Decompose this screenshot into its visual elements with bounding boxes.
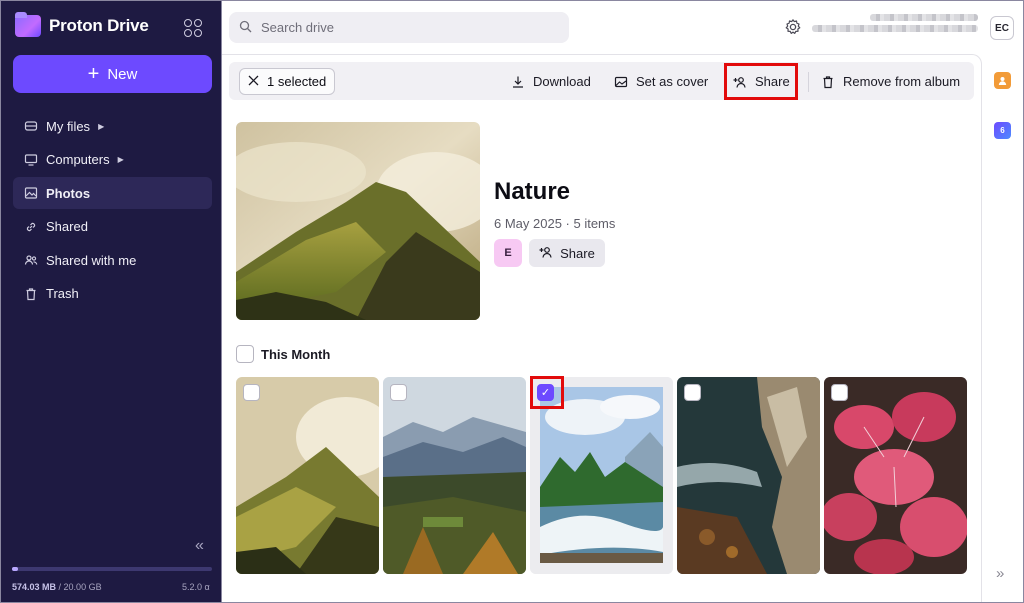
selected-count: 1 selected: [267, 74, 327, 89]
share-highlight-box: [724, 63, 798, 100]
link-icon: [24, 220, 38, 234]
download-icon: [511, 75, 525, 89]
sidebar-item-label: Trash: [46, 286, 79, 302]
sidebar-item-shared-with-me[interactable]: Shared with me: [13, 244, 212, 276]
sidebar-item-shared[interactable]: Shared: [13, 211, 212, 243]
storage-progress-fill: [12, 567, 18, 571]
toolbar-divider: [808, 72, 809, 92]
album-share-label: Share: [560, 245, 595, 261]
storage-separator: /: [56, 582, 64, 592]
photo-tile-red-leaves[interactable]: [824, 377, 967, 574]
photo-tile-alpine-valley[interactable]: [383, 377, 526, 574]
app-version: 5.2.0 α: [182, 582, 210, 592]
sidebar-item-my-files[interactable]: My files ▶: [13, 110, 212, 142]
user-plus-icon: [539, 245, 553, 262]
photo-checkbox[interactable]: [243, 384, 260, 401]
sidebar-item-photos[interactable]: Photos: [13, 177, 212, 210]
sidebar: Proton Drive + New My files ▶ Computers …: [0, 0, 222, 603]
photo-checkbox[interactable]: [684, 384, 701, 401]
new-button-label: New: [107, 65, 138, 83]
monitor-icon: [24, 153, 38, 167]
caret-right-icon[interactable]: ▶: [118, 155, 124, 164]
sidebar-item-label: My files: [46, 118, 91, 134]
photo-checkbox[interactable]: [831, 384, 848, 401]
new-button[interactable]: + New: [13, 55, 212, 93]
sidebar-nav: My files ▶ Computers ▶ Photos Shared Sha…: [13, 110, 212, 312]
download-button[interactable]: Download: [511, 68, 591, 95]
photo-tile-rocky-stream[interactable]: [677, 377, 820, 574]
download-label: Download: [533, 74, 591, 89]
set-as-cover-label: Set as cover: [636, 74, 709, 89]
remove-from-album-label: Remove from album: [843, 74, 961, 89]
calendar-app-icon[interactable]: 6: [994, 122, 1011, 139]
plus-icon: +: [87, 63, 100, 85]
storage-progress-bar: [12, 567, 212, 571]
remove-from-album-button[interactable]: Remove from album: [821, 68, 960, 95]
caret-right-icon[interactable]: ▶: [98, 122, 104, 131]
album-cover-image[interactable]: [236, 122, 480, 320]
album-share-button[interactable]: Share: [529, 239, 605, 267]
sidebar-item-trash[interactable]: Trash: [13, 278, 212, 310]
users-icon: [24, 253, 38, 267]
sidebar-item-label: Shared: [46, 219, 88, 235]
image-icon: [24, 186, 38, 200]
gear-icon[interactable]: [784, 18, 802, 36]
contacts-app-icon[interactable]: [994, 72, 1011, 89]
expand-rail-icon[interactable]: »: [996, 565, 1004, 582]
section-title: This Month: [261, 347, 331, 362]
sidebar-item-label: Shared with me: [46, 252, 137, 268]
set-as-cover-button[interactable]: Set as cover: [614, 68, 708, 95]
user-account-info[interactable]: [812, 14, 978, 40]
brand-name: Proton Drive: [49, 16, 149, 35]
selected-photo-highlight-box: [530, 376, 564, 409]
sidebar-item-computers[interactable]: Computers ▶: [13, 144, 212, 176]
user-avatar[interactable]: EC: [990, 16, 1014, 40]
collapse-sidebar-icon[interactable]: «: [195, 537, 204, 555]
search-icon: [239, 20, 252, 36]
proton-drive-logo-icon: [15, 12, 41, 37]
photo-checkbox[interactable]: [390, 384, 407, 401]
album-title: Nature: [494, 178, 571, 205]
storage-usage: 574.03 MB / 20.00 GB: [12, 582, 102, 592]
close-icon: [248, 74, 259, 89]
album-meta: 6 May 2025 · 5 items: [494, 216, 616, 231]
clear-selection-button[interactable]: 1 selected: [239, 68, 336, 95]
hdd-icon: [24, 119, 38, 133]
app-switcher-icon[interactable]: [184, 19, 202, 37]
storage-used: 574.03 MB: [12, 582, 57, 592]
brand[interactable]: Proton Drive: [15, 12, 149, 37]
sidebar-item-label: Computers: [46, 152, 110, 168]
photo-tile-misty-mountain[interactable]: [236, 377, 379, 574]
trash-icon: [24, 287, 38, 301]
search-input[interactable]: [261, 20, 541, 35]
image-cover-icon: [614, 75, 628, 89]
storage-total: 20.00 GB: [63, 582, 102, 592]
select-section-checkbox[interactable]: [236, 345, 254, 363]
trash-icon: [821, 75, 835, 89]
search-bar[interactable]: [229, 12, 569, 43]
sidebar-item-label: Photos: [46, 185, 91, 201]
album-member-avatar[interactable]: E: [494, 239, 522, 267]
